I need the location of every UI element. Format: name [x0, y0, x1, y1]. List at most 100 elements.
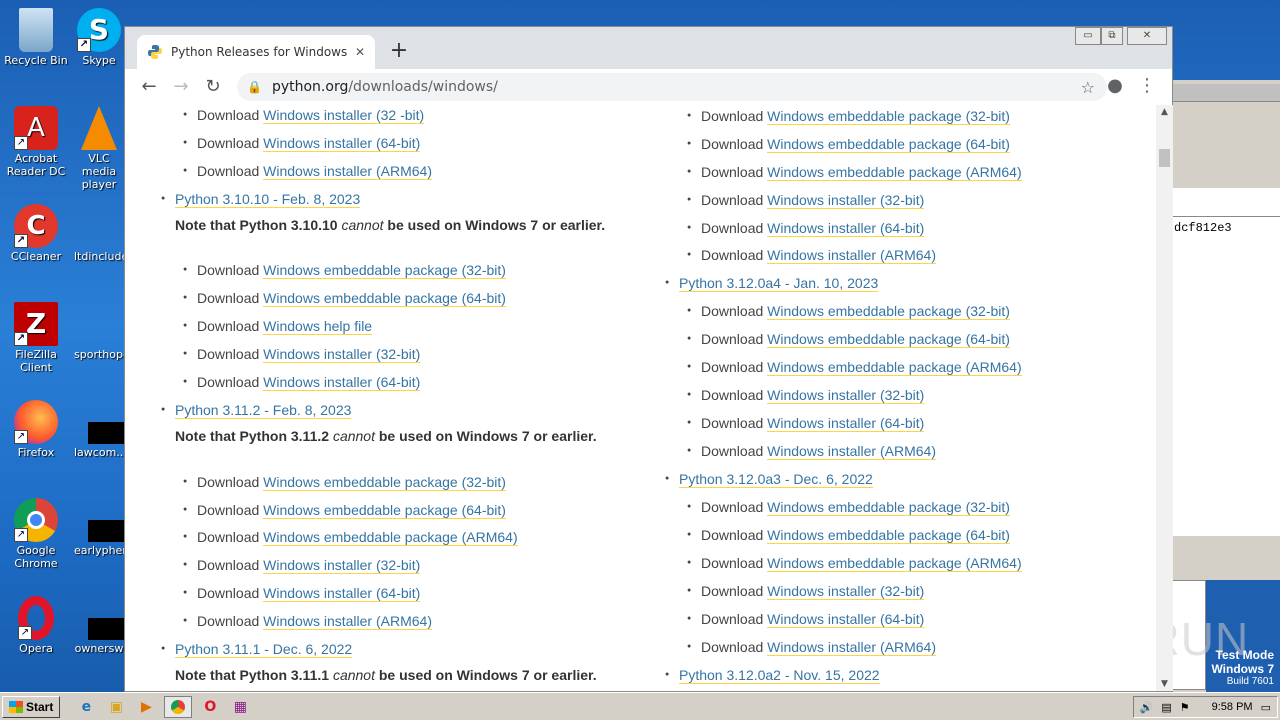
download-link[interactable]: Windows embeddable package (64-bit)	[767, 136, 1010, 153]
release-link[interactable]: Python 3.10.10 - Feb. 8, 2023	[175, 191, 361, 208]
download-link[interactable]: Windows embeddable package (32-bit)	[263, 474, 506, 491]
tab-python-releases[interactable]: Python Releases for Windows | Pyth ✕	[137, 35, 375, 69]
desktop-icon-vlc[interactable]: VLC media player	[74, 106, 124, 191]
download-link[interactable]: Windows installer (64-bit)	[263, 374, 421, 391]
download-link[interactable]: Windows installer (ARM64)	[263, 613, 432, 630]
ie-taskbar-icon[interactable]: e	[74, 696, 98, 718]
desktop-icon-chrome[interactable]: ↗ Google Chrome	[0, 498, 72, 570]
download-link[interactable]: Windows embeddable package (32-bit)	[263, 262, 506, 279]
list-item: Download Windows embeddable package (32-…	[183, 474, 506, 491]
desktop-icon-skype[interactable]: S ↗ Skype	[74, 8, 124, 67]
download-link[interactable]: Windows installer (ARM64)	[767, 247, 936, 264]
tab-close-icon[interactable]: ✕	[355, 45, 365, 59]
download-link[interactable]: Windows embeddable package (32-bit)	[767, 303, 1010, 320]
release-link[interactable]: Python 3.11.1 - Dec. 6, 2022	[175, 641, 353, 658]
menu-kebab-icon[interactable]: ⋮	[1135, 75, 1159, 96]
scroll-down-arrow-icon[interactable]: ▼	[1156, 679, 1173, 689]
bookmark-star-icon[interactable]: ☆	[1081, 78, 1095, 97]
desktop-icon-ownersw[interactable]: ownersw	[74, 596, 124, 655]
list-item: Download Windows installer (32-bit)	[183, 557, 421, 574]
list-item: Download Windows installer (ARM64)	[183, 613, 432, 630]
show-desktop-icon[interactable]: ▭	[1261, 701, 1271, 714]
download-link[interactable]: Windows installer (ARM64)	[767, 639, 936, 656]
desktop-icon-recycle-bin[interactable]: Recycle Bin	[0, 8, 72, 67]
lock-icon[interactable]: 🔒	[247, 80, 262, 94]
profile-icon[interactable]: ●	[1103, 75, 1127, 96]
list-item: Download Windows installer (64-bit)	[687, 611, 925, 628]
desktop-icon-label: Opera	[19, 642, 53, 655]
desktop-icon-label: ownersw	[74, 642, 124, 655]
download-link[interactable]: Windows embeddable package (64-bit)	[767, 331, 1010, 348]
bgapp-hash-text: dcf812e3	[1174, 221, 1232, 235]
download-link[interactable]: Windows installer (32-bit)	[767, 387, 925, 404]
desktop-icon-firefox[interactable]: ↗ Firefox	[0, 400, 72, 459]
download-link[interactable]: Windows installer (64-bit)	[263, 585, 421, 602]
release-link[interactable]: Python 3.11.2 - Feb. 8, 2023	[175, 402, 352, 419]
desktop-icon-ccleaner[interactable]: C ↗ CCleaner	[0, 204, 72, 263]
download-link[interactable]: Windows embeddable package (32-bit)	[767, 108, 1010, 125]
address-bar[interactable]: 🔒 python.org/downloads/windows/ ☆	[237, 73, 1107, 101]
desktop-icon-opera[interactable]: ↗ Opera	[0, 596, 72, 655]
download-link[interactable]: Windows embeddable package (64-bit)	[767, 527, 1010, 544]
maximize-button[interactable]: ⧉	[1101, 27, 1123, 45]
release-link[interactable]: Python 3.12.0a3 - Dec. 6, 2022	[679, 471, 873, 488]
list-item: Download Windows installer (ARM64)	[687, 247, 936, 264]
download-link[interactable]: Windows help file	[263, 318, 373, 335]
download-link[interactable]: Windows installer (32-bit)	[263, 557, 421, 574]
chrome-taskbar-icon[interactable]	[164, 695, 193, 718]
start-button[interactable]: Start	[2, 695, 61, 718]
download-link[interactable]: Windows installer (64-bit)	[263, 135, 421, 152]
opera-taskbar-icon[interactable]: O	[198, 696, 222, 718]
bgapp-text-area: dcf812e3	[1172, 216, 1280, 536]
close-window-button[interactable]: ✕	[1127, 27, 1167, 45]
list-item: Download Windows installer (32 -bit)	[183, 107, 425, 124]
desktop-icon-earlyphen[interactable]: earlyphen	[74, 498, 124, 557]
download-link[interactable]: Windows installer (32-bit)	[767, 192, 925, 209]
watermark-line3: Build 7601	[1226, 676, 1274, 687]
scroll-up-arrow-icon[interactable]: ▲	[1156, 107, 1173, 117]
scroll-thumb[interactable]	[1159, 149, 1170, 167]
list-item: Download Windows embeddable package (64-…	[687, 527, 1010, 544]
release-link[interactable]: Python 3.12.0a2 - Nov. 15, 2022	[679, 667, 880, 684]
flag-icon[interactable]: ⚑	[1180, 701, 1190, 714]
forward-button[interactable]: →	[167, 73, 195, 101]
download-link[interactable]: Windows embeddable package (ARM64)	[263, 529, 518, 546]
chrome-icon: ↗	[14, 498, 58, 542]
new-tab-button[interactable]: +	[387, 39, 411, 63]
desktop-icon-ltdinclude[interactable]: ltdinclude	[74, 204, 124, 263]
download-link[interactable]: Windows embeddable package (64-bit)	[263, 290, 506, 307]
download-link[interactable]: Windows installer (64-bit)	[767, 415, 925, 432]
download-link[interactable]: Windows embeddable package (32-bit)	[767, 499, 1010, 516]
network-icon[interactable]: ▤	[1161, 701, 1171, 714]
download-link[interactable]: Windows installer (ARM64)	[767, 443, 936, 460]
download-link[interactable]: Windows installer (32-bit)	[767, 583, 925, 600]
reload-button[interactable]: ↻	[199, 73, 227, 101]
url-host: python.org	[271, 79, 349, 95]
volume-icon[interactable]: 🔊	[1140, 701, 1154, 714]
back-button[interactable]: ←	[135, 73, 163, 101]
desktop-icon-label: VLC media player	[81, 152, 117, 191]
minimize-button[interactable]: ▭	[1075, 27, 1101, 45]
desktop-icon-sporthope[interactable]: sporthope	[74, 302, 124, 361]
download-link[interactable]: Windows installer (64-bit)	[767, 220, 925, 237]
download-link[interactable]: Windows embeddable package (64-bit)	[263, 502, 506, 519]
download-link[interactable]: Windows installer (32-bit)	[263, 346, 421, 363]
download-link[interactable]: Windows installer (64-bit)	[767, 611, 925, 628]
desktop-icon-label: Skype	[82, 54, 116, 67]
desktop-icon-lawcom[interactable]: lawcom...	[74, 400, 124, 459]
desktop-icon-acrobat[interactable]: A ↗ Acrobat Reader DC	[0, 106, 72, 178]
desktop-icon-filezilla[interactable]: Z ↗ FileZilla Client	[0, 302, 72, 374]
explorer-taskbar-icon[interactable]: ▣	[104, 696, 128, 718]
desktop-icon-label: CCleaner	[10, 250, 62, 263]
download-link[interactable]: Windows installer (32 -bit)	[263, 107, 425, 124]
download-link[interactable]: Windows installer (ARM64)	[263, 163, 432, 180]
winrar-taskbar-icon[interactable]: ▦	[228, 696, 252, 718]
page-scrollbar[interactable]: ▲ ▼	[1156, 105, 1173, 691]
media-player-taskbar-icon[interactable]: ▶	[134, 696, 158, 718]
list-item: Download Windows installer (ARM64)	[687, 443, 936, 460]
download-link[interactable]: Windows embeddable package (ARM64)	[767, 359, 1022, 376]
clock[interactable]: 9:58 PM	[1212, 701, 1253, 713]
download-link[interactable]: Windows embeddable package (ARM64)	[767, 164, 1022, 181]
download-link[interactable]: Windows embeddable package (ARM64)	[767, 555, 1022, 572]
release-link[interactable]: Python 3.12.0a4 - Jan. 10, 2023	[679, 275, 879, 292]
